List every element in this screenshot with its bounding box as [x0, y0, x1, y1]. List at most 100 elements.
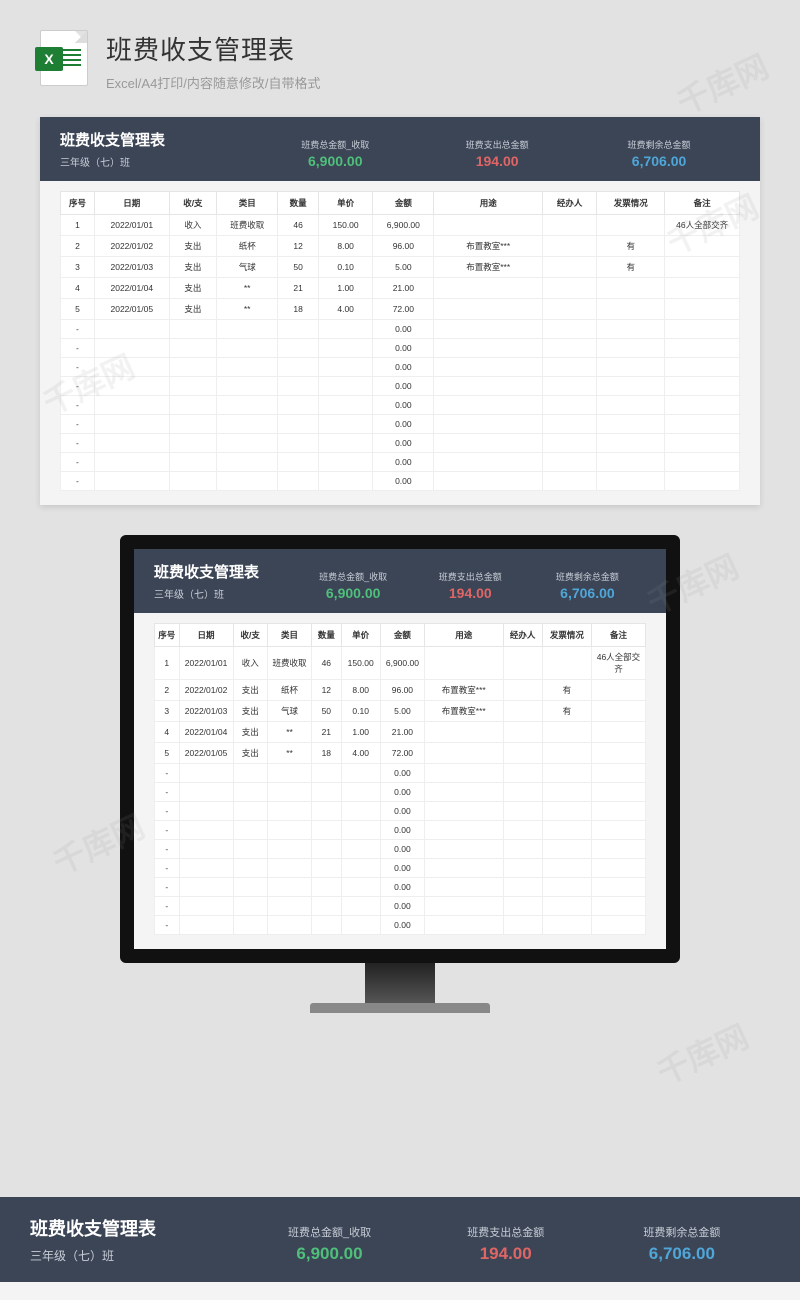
- sheet-subtitle: 三年级（七）班: [30, 1247, 241, 1264]
- cell-use: [425, 859, 504, 878]
- cell-item: [217, 472, 278, 491]
- cell-invoice: [542, 783, 591, 802]
- cell-note: [665, 278, 740, 299]
- stat-label: 班费支出总金额: [418, 1224, 594, 1240]
- cell-use: 布置教室***: [425, 680, 504, 701]
- cell-handler: [503, 802, 542, 821]
- cell-amt: 0.00: [373, 453, 434, 472]
- cell-date: [94, 396, 169, 415]
- cell-qty: [312, 821, 341, 840]
- cell-use: [434, 434, 543, 453]
- stat-value: 194.00: [412, 585, 529, 601]
- cell-io: 支出: [233, 680, 267, 701]
- cell-item: [267, 764, 311, 783]
- cell-io: [233, 802, 267, 821]
- cell-amt: 0.00: [380, 802, 424, 821]
- sheet-header: 班费收支管理表 三年级（七）班 班费总金额_收取6,900.00 班费支出总金额…: [134, 549, 666, 613]
- cell-date: 2022/01/04: [179, 722, 233, 743]
- cell-item: [267, 840, 311, 859]
- cell-item: [217, 377, 278, 396]
- table-row: -0.00: [61, 472, 740, 491]
- cell-note: [665, 236, 740, 257]
- cell-date: [94, 415, 169, 434]
- cell-date: [94, 320, 169, 339]
- table-row: 12022/01/01收入班费收取46150.006,900.0046人全部交齐: [155, 647, 646, 680]
- cell-seq: 4: [61, 278, 95, 299]
- cell-qty: 50: [278, 257, 319, 278]
- cell-io: 支出: [233, 701, 267, 722]
- table-row: -0.00: [61, 377, 740, 396]
- stat-label: 班费剩余总金额: [529, 570, 646, 583]
- table-row: 22022/01/02支出纸杯128.0096.00布置教室***有: [155, 680, 646, 701]
- cell-seq: -: [155, 897, 180, 916]
- cell-amt: 0.00: [380, 821, 424, 840]
- col-header: 序号: [61, 192, 95, 215]
- cell-seq: 3: [61, 257, 95, 278]
- stat-label: 班费总金额_收取: [241, 1224, 417, 1240]
- monitor-screen: 班费收支管理表 三年级（七）班 班费总金额_收取6,900.00 班费支出总金额…: [120, 535, 680, 963]
- cell-amt: 21.00: [380, 722, 424, 743]
- cell-qty: [312, 840, 341, 859]
- cell-handler: [543, 278, 597, 299]
- cell-seq: -: [61, 339, 95, 358]
- cell-price: [341, 897, 380, 916]
- cell-qty: [278, 472, 319, 491]
- cell-amt: 0.00: [373, 339, 434, 358]
- cell-seq: -: [155, 859, 180, 878]
- table-row: -0.00: [155, 821, 646, 840]
- cell-invoice: 有: [542, 680, 591, 701]
- cell-price: [318, 320, 372, 339]
- cell-qty: 46: [312, 647, 341, 680]
- table-row: -0.00: [155, 916, 646, 935]
- cell-date: [179, 916, 233, 935]
- cell-io: 支出: [169, 236, 217, 257]
- cell-amt: 96.00: [373, 236, 434, 257]
- cell-handler: [503, 743, 542, 764]
- cell-invoice: 有: [597, 257, 665, 278]
- cell-note: [591, 859, 645, 878]
- table-row: 32022/01/03支出气球500.105.00布置教室***有: [155, 701, 646, 722]
- col-header: 类目: [267, 624, 311, 647]
- cell-invoice: [597, 377, 665, 396]
- cell-handler: [543, 215, 597, 236]
- cell-note: [591, 701, 645, 722]
- cell-amt: 6,900.00: [380, 647, 424, 680]
- sheet-title: 班费收支管理表: [154, 561, 295, 582]
- cell-qty: [278, 339, 319, 358]
- cell-seq: -: [155, 764, 180, 783]
- cell-price: [341, 878, 380, 897]
- cell-date: 2022/01/03: [94, 257, 169, 278]
- cell-date: 2022/01/01: [179, 647, 233, 680]
- cell-io: [169, 415, 217, 434]
- cell-seq: -: [155, 840, 180, 859]
- cell-handler: [503, 764, 542, 783]
- cell-seq: -: [155, 802, 180, 821]
- cell-qty: [312, 802, 341, 821]
- cell-io: [233, 783, 267, 802]
- cell-price: [318, 472, 372, 491]
- cell-qty: [278, 320, 319, 339]
- cell-note: [665, 320, 740, 339]
- cell-handler: [543, 434, 597, 453]
- cell-seq: -: [155, 916, 180, 935]
- stat-expense: 班费支出总金额 194.00: [416, 138, 578, 169]
- cell-handler: [543, 453, 597, 472]
- cell-handler: [503, 722, 542, 743]
- table-row: -0.00: [61, 396, 740, 415]
- table-row: 52022/01/05支出**184.0072.00: [155, 743, 646, 764]
- cell-seq: 1: [155, 647, 180, 680]
- cell-qty: 12: [278, 236, 319, 257]
- table-row: -0.00: [155, 878, 646, 897]
- data-table: 序号日期收/支类目数量单价金额用途经办人发票情况备注 12022/01/01收入…: [154, 623, 646, 935]
- bottom-thin-row: [0, 1282, 800, 1300]
- col-header: 备注: [665, 192, 740, 215]
- cell-qty: [312, 916, 341, 935]
- stat-value: 6,706.00: [594, 1244, 770, 1264]
- cell-date: [94, 358, 169, 377]
- cell-price: 150.00: [318, 215, 372, 236]
- excel-x-badge: X: [35, 47, 63, 71]
- cell-item: 气球: [217, 257, 278, 278]
- cell-date: [179, 764, 233, 783]
- cell-qty: [312, 897, 341, 916]
- cell-invoice: 有: [597, 236, 665, 257]
